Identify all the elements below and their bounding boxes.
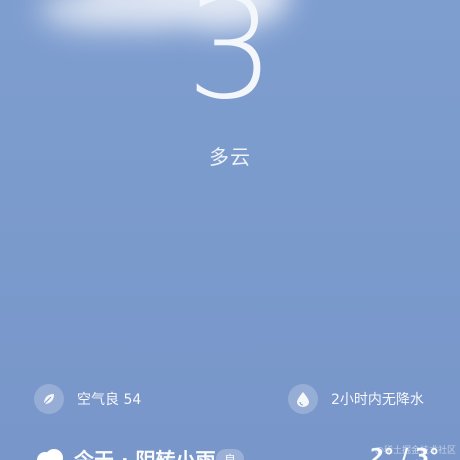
leaf-icon [34,384,64,414]
temperature-unit: ° [291,0,298,10]
rain-forecast-text: 2小时内无降水 [331,392,424,408]
cloudy-icon [34,448,66,460]
air-quality-badge[interactable]: 空气良 54 [34,383,141,415]
today-label: 今天 · 阴转小雨 [74,448,216,460]
current-temperature: 3 [186,0,275,131]
watermark: @稀土掘金技术社区 [374,446,456,456]
today-aqi-badge: 良 [216,449,245,460]
weather-screen: 3 ° 多云 空气良 54 2小时内无降水 今天 · 阴转小雨 良 2° / 3… [0,0,460,460]
air-quality-text: 空气良 54 [77,392,142,408]
weather-condition: 多云 [209,145,251,169]
water-drop-icon [288,384,318,414]
rain-forecast-badge[interactable]: 2小时内无降水 [288,383,424,415]
